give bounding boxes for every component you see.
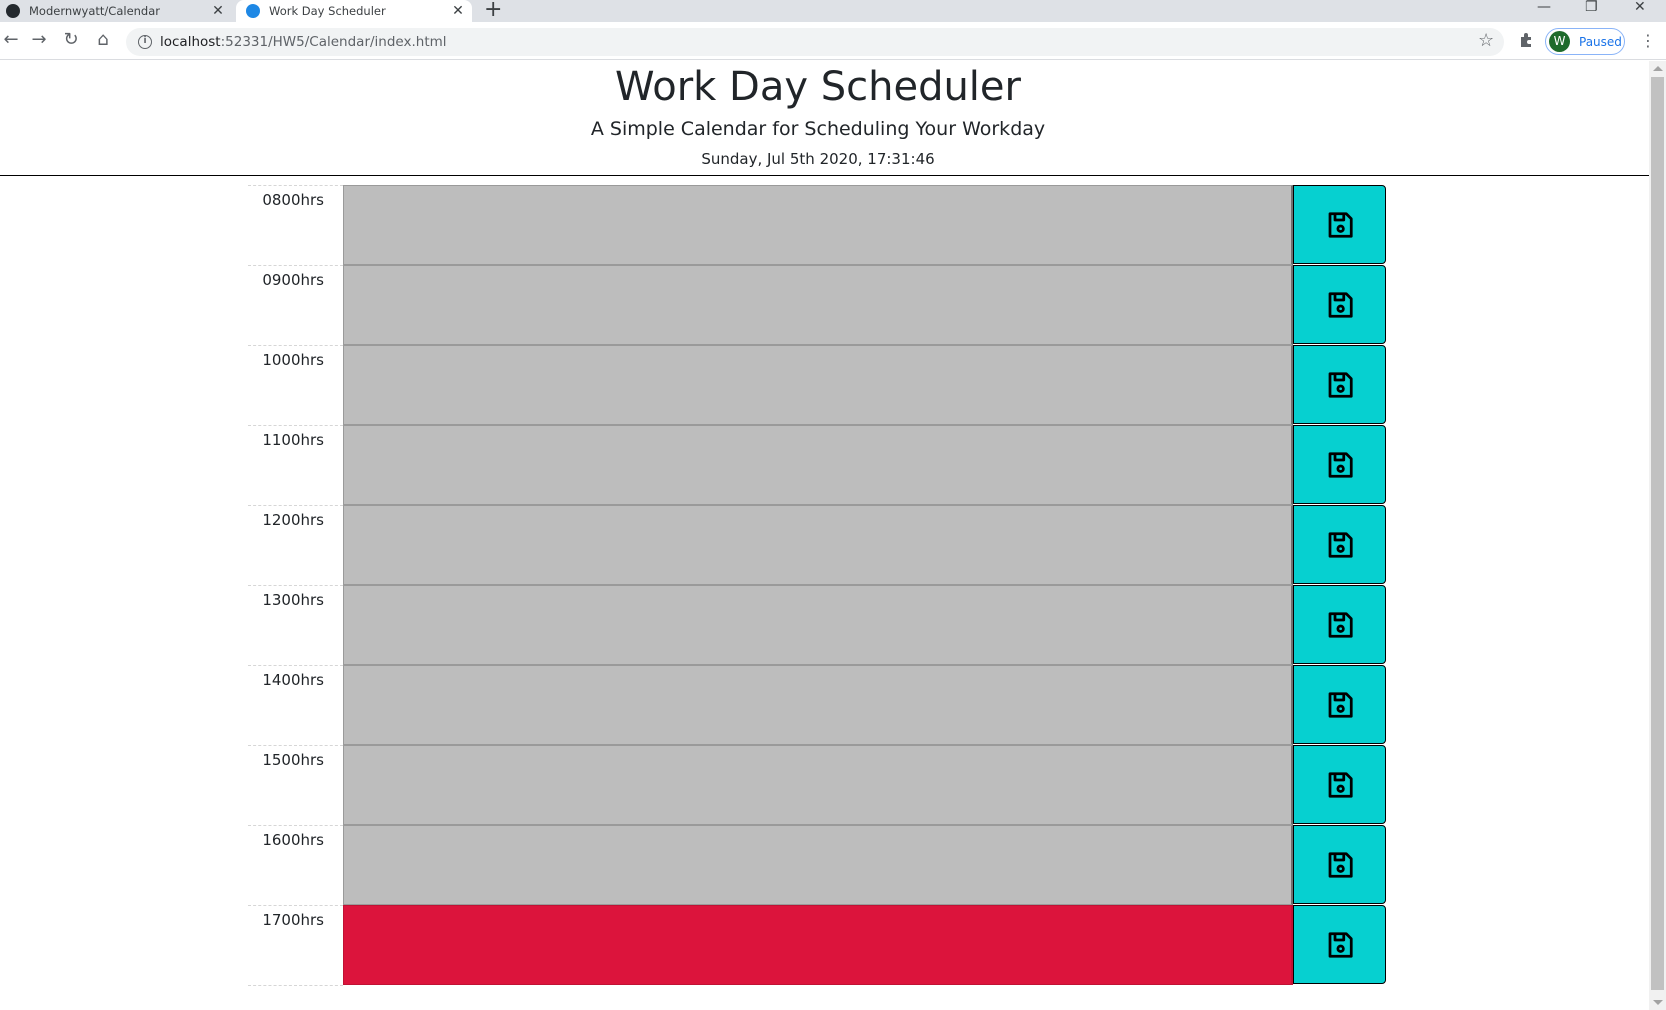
tab-title: Modernwyatt/Calendar [29, 4, 161, 18]
url-path: :52331/HW5/Calendar/index.html [220, 34, 447, 50]
event-description-input[interactable] [343, 745, 1293, 825]
scroll-up-icon[interactable] [1653, 66, 1663, 71]
site-favicon-icon [246, 4, 260, 18]
floppy-disk-icon [1328, 611, 1353, 638]
save-button[interactable] [1293, 825, 1386, 904]
hour-label: 0800hrs [248, 185, 343, 265]
home-icon[interactable]: ⌂ [92, 29, 114, 51]
time-block-row: 0800hrs [248, 185, 1388, 265]
browser-tab-github[interactable]: Modernwyatt/Calendar ✕ [0, 0, 232, 22]
hour-label: 1300hrs [248, 585, 343, 665]
event-description-input[interactable] [343, 185, 1293, 265]
floppy-disk-icon [1328, 851, 1353, 878]
floppy-disk-icon [1328, 771, 1353, 798]
hour-label: 1500hrs [248, 745, 343, 825]
close-tab-icon[interactable]: ✕ [210, 3, 226, 19]
time-block-row: 1700hrs [248, 905, 1388, 985]
address-bar[interactable]: i localhost:52331/HW5/Calendar/index.htm… [126, 28, 1504, 56]
time-block-row: 1000hrs [248, 345, 1388, 425]
profile-button[interactable]: W Paused [1545, 28, 1625, 55]
floppy-disk-icon [1328, 211, 1353, 238]
avatar: W [1549, 31, 1570, 52]
page-viewport: Work Day Scheduler A Simple Calendar for… [0, 61, 1666, 1010]
scrollbar-thumb[interactable] [1651, 77, 1664, 990]
restore-icon[interactable]: ❐ [1585, 0, 1598, 15]
event-description-input[interactable] [343, 905, 1293, 985]
time-block-row: 1500hrs [248, 745, 1388, 825]
bookmark-star-icon[interactable]: ☆ [1478, 30, 1494, 51]
close-window-icon[interactable]: ✕ [1634, 0, 1646, 15]
floppy-disk-icon [1328, 931, 1353, 958]
hour-label: 1100hrs [248, 425, 343, 505]
profile-status: Paused [1579, 34, 1622, 49]
save-button[interactable] [1293, 265, 1386, 344]
page-scrollbar[interactable] [1649, 61, 1666, 1010]
browser-toolbar: ← → ↻ ⌂ i localhost:52331/HW5/Calendar/i… [0, 22, 1666, 60]
forward-icon[interactable]: → [28, 29, 50, 51]
save-button[interactable] [1293, 185, 1386, 264]
floppy-disk-icon [1328, 291, 1353, 318]
hour-label: 0900hrs [248, 265, 343, 345]
current-day: Sunday, Jul 5th 2020, 17:31:46 [701, 150, 935, 168]
divider [248, 985, 343, 986]
save-button[interactable] [1293, 345, 1386, 424]
hour-label: 1700hrs [248, 905, 343, 985]
time-block-row: 0900hrs [248, 265, 1388, 345]
time-block-row: 1300hrs [248, 585, 1388, 665]
new-tab-icon[interactable]: + [484, 0, 502, 22]
event-description-input[interactable] [343, 505, 1293, 585]
event-description-input[interactable] [343, 585, 1293, 665]
back-icon[interactable]: ← [0, 29, 22, 51]
github-icon [6, 4, 20, 18]
save-button[interactable] [1293, 905, 1386, 984]
save-button[interactable] [1293, 505, 1386, 584]
save-button[interactable] [1293, 665, 1386, 744]
hour-label: 1400hrs [248, 665, 343, 745]
floppy-disk-icon [1328, 531, 1353, 558]
floppy-disk-icon [1328, 451, 1353, 478]
site-info-icon[interactable]: i [138, 35, 152, 49]
browser-tab-scheduler[interactable]: Work Day Scheduler ✕ [236, 0, 472, 22]
tab-title: Work Day Scheduler [269, 4, 386, 18]
save-button[interactable] [1293, 585, 1386, 664]
page-subtitle: A Simple Calendar for Scheduling Your Wo… [590, 118, 1046, 140]
url-host: localhost [160, 34, 221, 50]
browser-tab-strip: Modernwyatt/Calendar ✕ Work Day Schedule… [0, 0, 1666, 22]
time-block-row: 1200hrs [248, 505, 1388, 585]
event-description-input[interactable] [343, 265, 1293, 345]
page-title: Work Day Scheduler [615, 64, 1021, 110]
extensions-puzzle-icon[interactable] [1518, 32, 1534, 48]
minimize-icon[interactable]: — [1537, 0, 1551, 15]
schedule-container: 0800hrs 0900hrs 1000hrs 1100hrs 1200hrs … [248, 185, 1388, 985]
floppy-disk-icon [1328, 691, 1353, 718]
reload-icon[interactable]: ↻ [60, 29, 82, 51]
page-header: Work Day Scheduler A Simple Calendar for… [0, 61, 1649, 176]
time-block-row: 1400hrs [248, 665, 1388, 745]
hour-label: 1200hrs [248, 505, 343, 585]
event-description-input[interactable] [343, 665, 1293, 745]
time-block-row: 1600hrs [248, 825, 1388, 905]
floppy-disk-icon [1328, 371, 1353, 398]
scroll-down-icon[interactable] [1653, 1000, 1663, 1005]
event-description-input[interactable] [343, 425, 1293, 505]
event-description-input[interactable] [343, 345, 1293, 425]
save-button[interactable] [1293, 425, 1386, 504]
browser-menu-icon[interactable]: ⋮ [1640, 31, 1656, 50]
hour-label: 1600hrs [248, 825, 343, 905]
hour-label: 1000hrs [248, 345, 343, 425]
save-button[interactable] [1293, 745, 1386, 824]
time-block-row: 1100hrs [248, 425, 1388, 505]
event-description-input[interactable] [343, 825, 1293, 905]
close-tab-icon[interactable]: ✕ [450, 3, 466, 19]
